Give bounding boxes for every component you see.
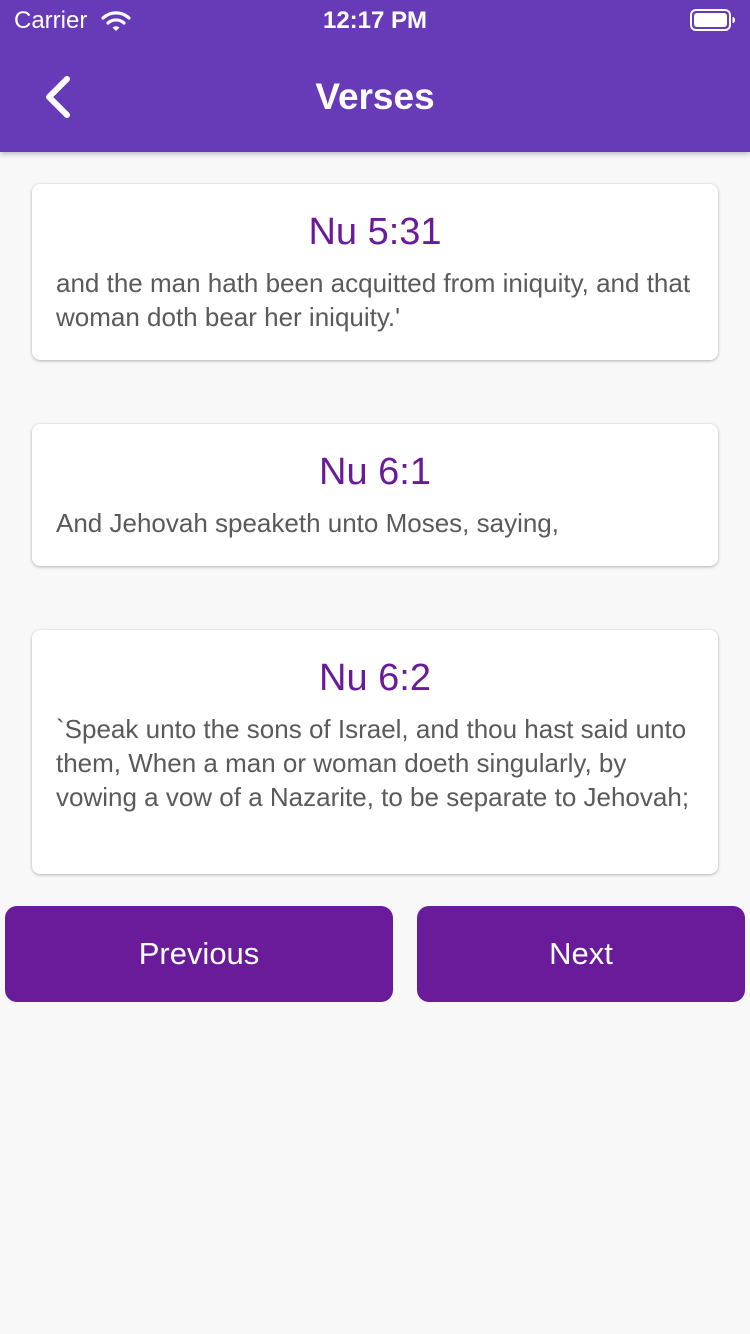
verse-reference: Nu 5:31 bbox=[308, 211, 442, 253]
previous-button[interactable]: Previous bbox=[5, 906, 393, 1002]
verse-card[interactable]: Nu 6:2 `Speak unto the sons of Israel, a… bbox=[32, 630, 718, 874]
page-title: Verses bbox=[315, 76, 435, 117]
verse-text: `Speak unto the sons of Israel, and thou… bbox=[56, 714, 690, 812]
verse-reference: Nu 6:2 bbox=[319, 657, 431, 699]
battery-icon bbox=[690, 9, 735, 31]
status-bar: Carrier 12:17 PM bbox=[0, 0, 750, 40]
app-header: Carrier 12:17 PM Verses bbox=[0, 0, 750, 152]
verse-reference: Nu 6:1 bbox=[319, 451, 431, 493]
next-button[interactable]: Next bbox=[417, 906, 745, 1002]
verse-text: and the man hath been acquitted from ini… bbox=[56, 268, 691, 332]
verse-text: And Jehovah speaketh unto Moses, saying, bbox=[56, 508, 559, 538]
status-time: 12:17 PM bbox=[322, 7, 428, 34]
verse-card[interactable]: Nu 5:31 and the man hath been acquitted … bbox=[32, 184, 718, 360]
verse-card[interactable]: Nu 6:1 And Jehovah speaketh unto Moses, … bbox=[32, 424, 718, 566]
